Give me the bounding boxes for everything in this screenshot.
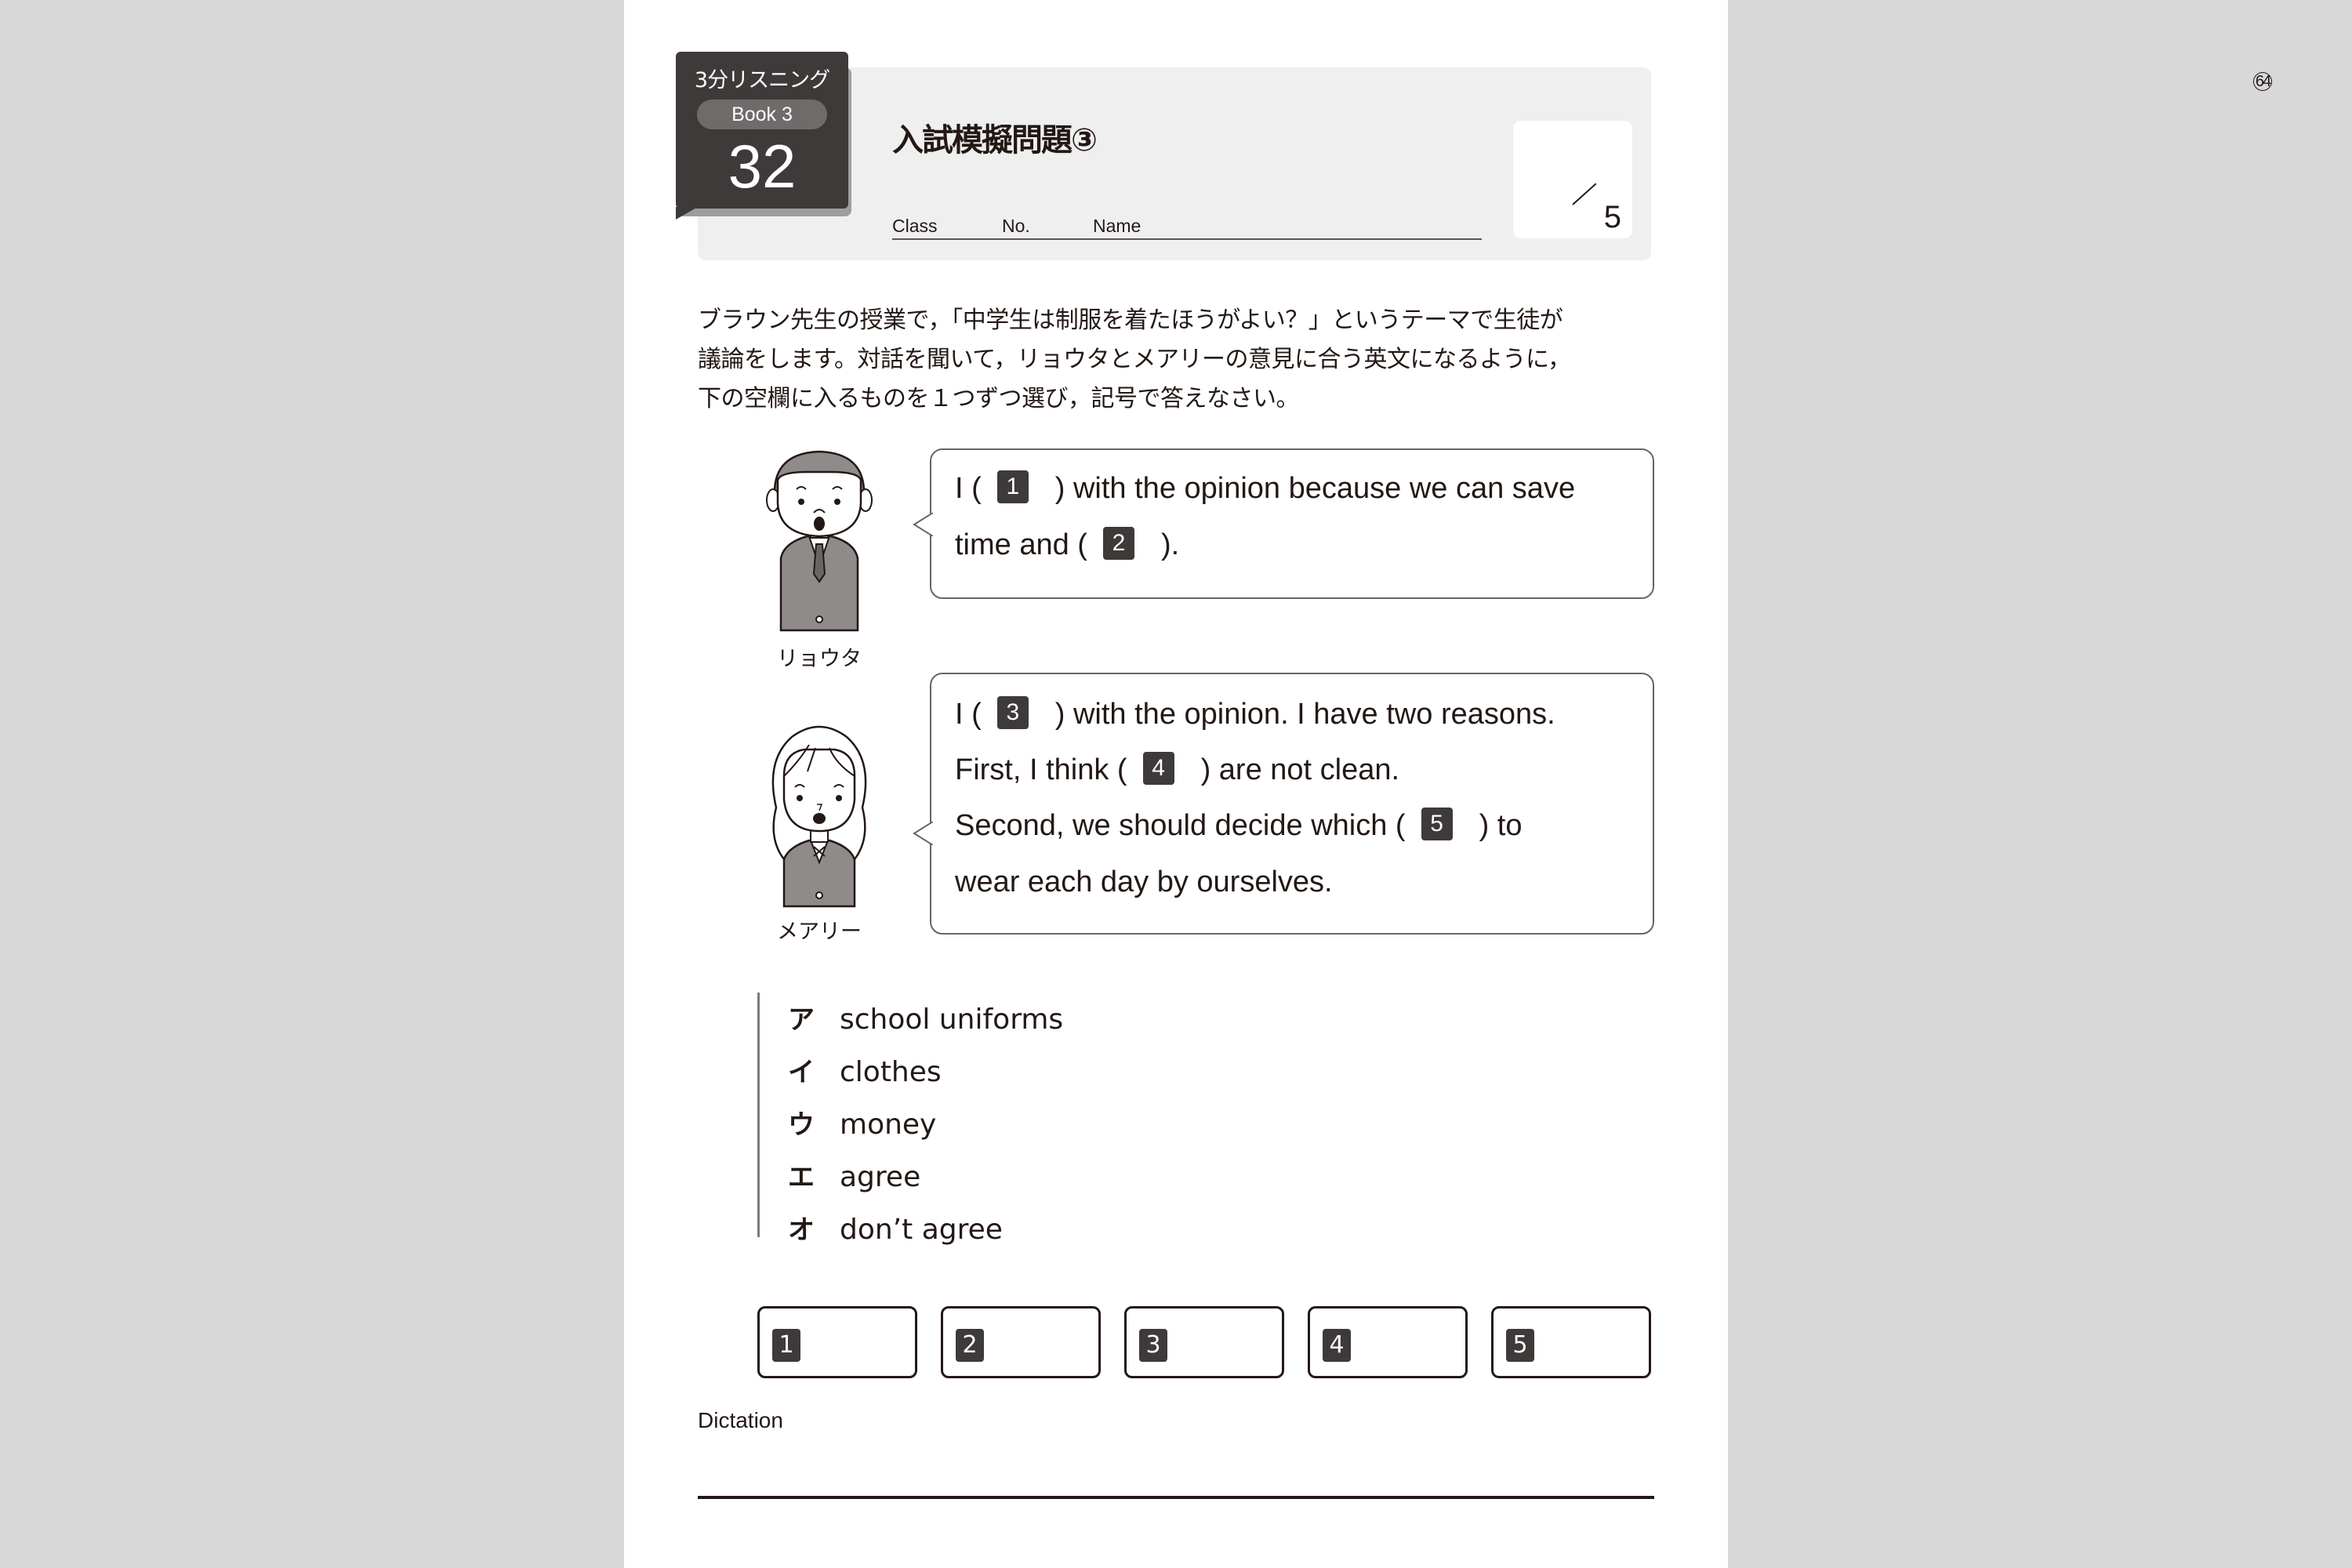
choice-key: オ: [788, 1214, 815, 1246]
dialogue-line: I (3) with the opinion. I have two reaso…: [955, 695, 1555, 732]
bubble-tail: [913, 822, 933, 845]
student-info-line[interactable]: Class No. Name: [892, 213, 1482, 240]
instructions-line: 下の空欄に入るものを１つずつ選び，記号で答えなさい。: [698, 385, 1300, 412]
unit-tag: 3分リスニング Book 3 32: [676, 52, 848, 209]
instructions: ブラウン先生の授業で，「中学生は制服を着たほうがよい？」というテーマで生徒が 議…: [698, 301, 1662, 419]
choice-item: ウ money: [788, 1098, 1063, 1150]
choice-text: clothes: [840, 1056, 942, 1088]
blank-marker: 3: [996, 695, 1029, 729]
dictation-label: Dictation: [698, 1408, 783, 1432]
score-slash: [1572, 183, 1597, 205]
score-box[interactable]: 5: [1513, 121, 1632, 238]
answer-choices: ア school uniforms イ clothes ウ money エ agree …: [757, 993, 1063, 1246]
dialogue-line: First, I think (4) are not clean.: [955, 751, 1399, 788]
score-total: 5: [1603, 200, 1621, 234]
boy-in-uniform-icon: [766, 450, 873, 632]
choice-text: don’t agree: [840, 1214, 1003, 1246]
speaker-name: リョウタ: [777, 647, 862, 671]
choice-key: イ: [788, 1057, 815, 1088]
answer-box-label: 5: [1506, 1329, 1534, 1362]
speaker-mary: メアリー: [760, 721, 878, 945]
choice-item: エ agree: [788, 1150, 1063, 1203]
blank-marker: 5: [1421, 807, 1453, 840]
answer-box-2[interactable]: 2: [941, 1306, 1101, 1378]
dialogue-line: Second, we should decide which (5) to: [955, 807, 1522, 844]
series-name: 3分リスニング: [694, 68, 830, 93]
dialogue-line: time and (2).: [955, 526, 1179, 563]
choice-item: オ don’t agree: [788, 1203, 1063, 1255]
blank-marker: 4: [1142, 751, 1174, 785]
answer-box-5[interactable]: 5: [1491, 1306, 1651, 1378]
dialogue-line: wear each day by ourselves.: [955, 866, 1333, 898]
choice-item: イ clothes: [788, 1045, 1063, 1098]
dictation-writing-line[interactable]: [698, 1496, 1654, 1499]
page-title: 入試模擬問題③: [892, 122, 1098, 158]
unit-tag-fold: [676, 207, 698, 220]
instructions-line: 議論をします。対話を聞いて，リョウタとメアリーの意見に合う英文になるように，: [698, 346, 1571, 373]
book-badge: Book 3: [697, 100, 827, 129]
blank-marker: 1: [996, 470, 1029, 503]
speech-bubble-mary: I (3) with the opinion. I have two reaso…: [913, 673, 1654, 935]
answer-box-label: 3: [1139, 1329, 1167, 1362]
choice-item: ア school uniforms: [788, 993, 1063, 1045]
instructions-line: ブラウン先生の授業で，「中学生は制服を着たほうがよい？」というテーマで生徒が: [698, 307, 1563, 334]
choice-text: money: [840, 1109, 937, 1141]
number-field-label: No.: [1002, 216, 1030, 236]
speaker-name: メアリー: [777, 920, 862, 944]
class-field-label: Class: [892, 216, 938, 236]
answer-box-4[interactable]: 4: [1308, 1306, 1468, 1378]
dialogue-line: I (1) with the opinion because we can sa…: [955, 470, 1575, 506]
choice-key: ウ: [788, 1109, 815, 1141]
answer-box-label: 4: [1323, 1329, 1351, 1362]
choice-key: エ: [788, 1162, 815, 1193]
girl-in-uniform-icon: [771, 725, 867, 908]
speech-bubble-ryota: I (1) with the opinion because we can sa…: [913, 448, 1654, 599]
audio-track-number: 64: [2253, 72, 2272, 91]
blank-marker: 2: [1102, 526, 1134, 560]
unit-number: 32: [728, 132, 797, 201]
worksheet-page: 3分リスニング Book 3 32 入試模擬問題③ 64 Class No. N…: [624, 0, 2272, 1568]
choice-text: agree: [840, 1161, 921, 1193]
answer-box-label: 2: [956, 1329, 984, 1362]
answer-box-3[interactable]: 3: [1124, 1306, 1284, 1378]
answer-box-1[interactable]: 1: [757, 1306, 917, 1378]
answer-box-label: 1: [772, 1329, 800, 1362]
bubble-tail: [913, 513, 933, 536]
choice-text: school uniforms: [840, 1004, 1064, 1036]
speaker-ryota: リョウタ: [760, 448, 878, 672]
name-field-label: Name: [1093, 216, 1142, 236]
choice-key: ア: [788, 1004, 815, 1036]
